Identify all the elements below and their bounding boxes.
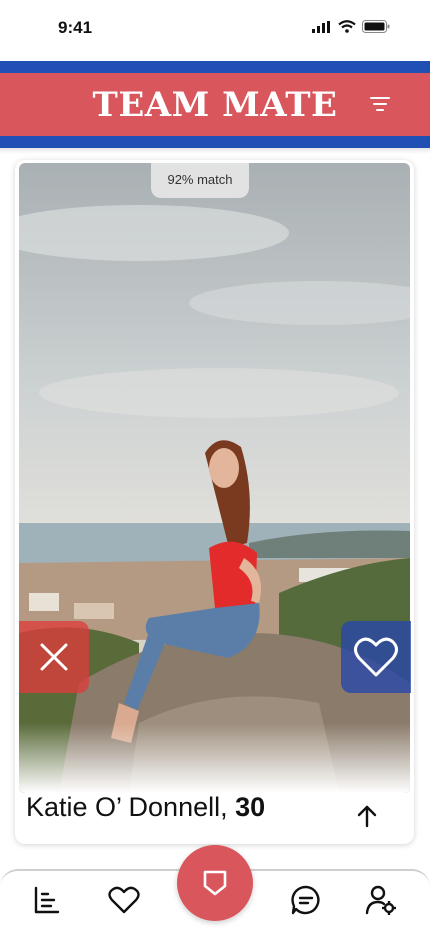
filter-menu-icon — [370, 97, 390, 111]
signal-icon — [312, 20, 330, 33]
profile-name: Katie O’ Donnell, — [26, 792, 228, 822]
header-band-bottom — [0, 136, 430, 148]
heart-icon — [354, 637, 398, 677]
nav-profile-settings[interactable] — [364, 883, 398, 917]
status-bar: 9:41 — [0, 0, 430, 60]
nav-leaderboard[interactable] — [30, 883, 64, 917]
profile-name-line: Katie O’ Donnell, 30 — [26, 792, 265, 823]
profile-photo — [19, 163, 410, 793]
like-button[interactable] — [341, 621, 411, 693]
header-shadow — [0, 148, 430, 154]
profile-card[interactable] — [15, 160, 414, 844]
nav-home-shield-button[interactable] — [177, 845, 253, 921]
expand-profile-button[interactable] — [356, 804, 378, 828]
chat-icon — [291, 885, 320, 915]
status-icons — [312, 20, 390, 33]
heart-icon — [108, 886, 140, 914]
status-time: 9:41 — [58, 18, 93, 37]
close-icon — [40, 643, 68, 671]
battery-icon — [362, 20, 390, 33]
nav-chat[interactable] — [289, 883, 323, 917]
user-settings-icon — [365, 885, 396, 915]
arrow-up-icon — [357, 805, 377, 828]
header-band-top — [0, 61, 430, 73]
match-badge: 92% match — [151, 163, 249, 198]
filter-menu-button[interactable] — [370, 95, 390, 113]
profile-age: 30 — [235, 792, 266, 822]
app-header: TEAM MATE — [0, 73, 430, 136]
wifi-icon — [338, 20, 356, 33]
leaderboard-icon — [34, 886, 60, 914]
app-title: TEAM MATE — [92, 85, 338, 125]
nav-likes[interactable] — [107, 883, 141, 917]
shield-icon — [203, 870, 227, 896]
reject-button[interactable] — [19, 621, 89, 693]
